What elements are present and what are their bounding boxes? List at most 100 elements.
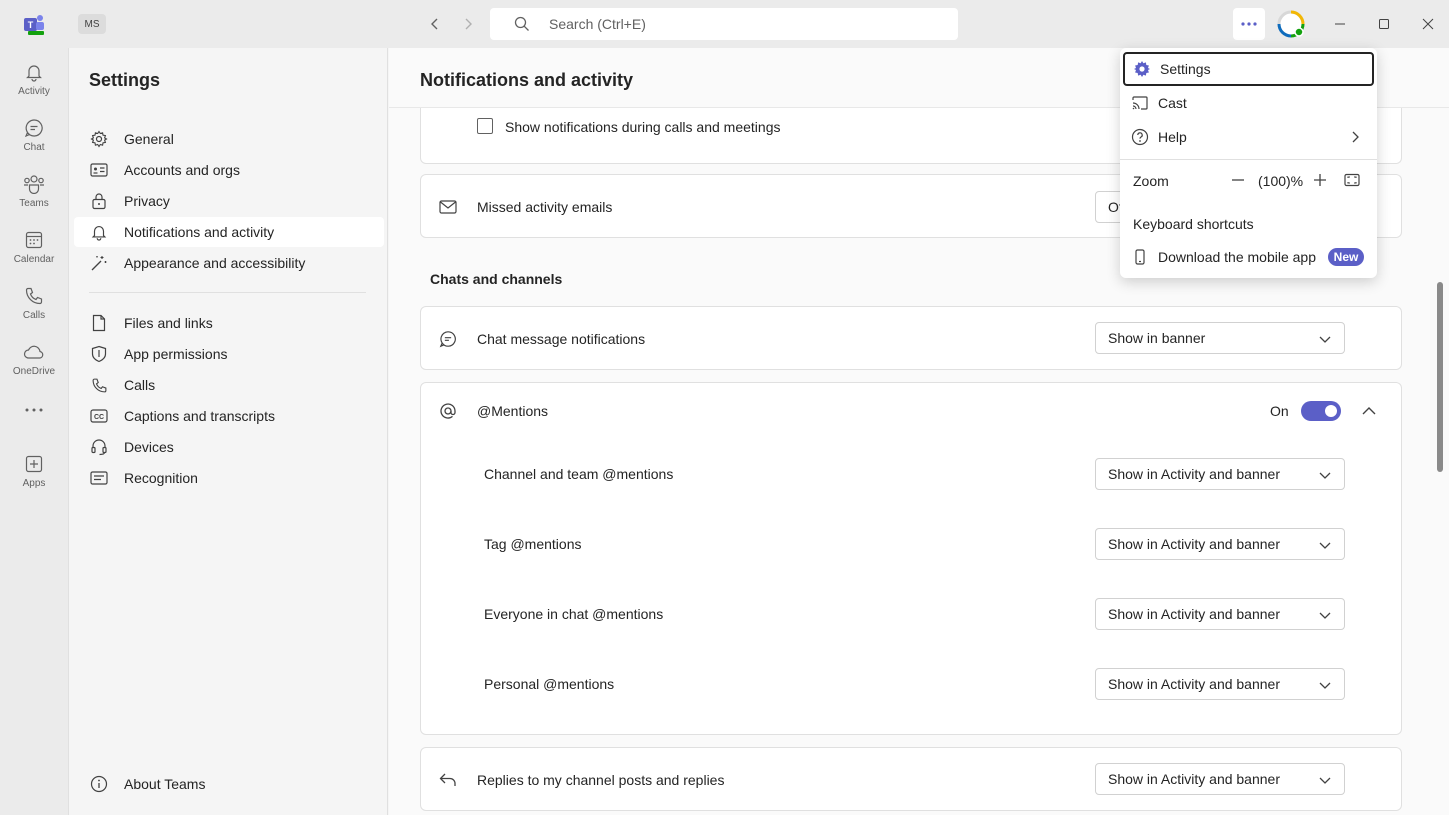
search-placeholder: Search (Ctrl+E): [549, 16, 646, 32]
rail-item-apps[interactable]: Apps: [0, 446, 68, 498]
everyone-mentions-dropdown[interactable]: Show in Activity and banner: [1095, 598, 1345, 630]
settings-item-devices[interactable]: Devices: [74, 432, 384, 462]
personal-mentions-label: Personal @mentions: [484, 676, 615, 692]
teams-logo-icon: T: [22, 12, 46, 36]
menu-divider: [1120, 159, 1377, 160]
mail-icon: [438, 197, 458, 217]
id-card-icon: [89, 160, 109, 180]
rail-item-calendar[interactable]: Calendar: [0, 222, 68, 274]
zoom-value: (100)%: [1258, 173, 1304, 189]
phone-icon: [89, 375, 109, 395]
nav-divider: [89, 292, 366, 293]
replies-label: Replies to my channel posts and replies: [477, 772, 725, 788]
plus-square-icon: [22, 452, 46, 476]
tag-mentions-dropdown[interactable]: Show in Activity and banner: [1095, 528, 1345, 560]
chevron-up-icon[interactable]: [1361, 403, 1377, 419]
more-options-button[interactable]: [1233, 8, 1265, 40]
back-arrow-icon[interactable]: [423, 12, 447, 36]
settings-item-notifications[interactable]: Notifications and activity: [74, 217, 384, 247]
zoom-row: Zoom (100)%: [1120, 164, 1377, 196]
settings-nav: Settings General Accounts and orgs Priva…: [68, 48, 388, 815]
calendar-icon: [22, 228, 46, 252]
mentions-toggle[interactable]: [1301, 401, 1341, 421]
ellipsis-icon: [1241, 22, 1257, 26]
more-options-menu: Settings Cast Help Zoom (100)% Keyboard …: [1120, 48, 1377, 278]
ellipsis-icon: [22, 400, 46, 420]
settings-item-files[interactable]: Files and links: [74, 308, 384, 338]
tag-mentions-label: Tag @mentions: [484, 536, 582, 552]
main-scrollbar[interactable]: [1437, 282, 1443, 472]
reply-arrow-icon: [438, 770, 458, 790]
mentions-toggle-label: On: [1270, 403, 1289, 419]
phone-icon: [22, 284, 46, 308]
settings-item-app-permissions[interactable]: App permissions: [74, 339, 384, 369]
forward-arrow-icon[interactable]: [456, 12, 480, 36]
chat-notifications-label: Chat message notifications: [477, 331, 646, 347]
rail-item-activity[interactable]: Activity: [0, 54, 68, 106]
recognition-icon: [89, 468, 109, 488]
close-icon[interactable]: [1416, 12, 1440, 36]
zoom-in-icon[interactable]: [1312, 172, 1328, 188]
mobile-phone-icon: [1131, 248, 1149, 266]
at-sign-icon: [438, 401, 458, 421]
settings-item-calls[interactable]: Calls: [74, 370, 384, 400]
settings-item-appearance[interactable]: Appearance and accessibility: [74, 248, 384, 278]
search-input[interactable]: Search (Ctrl+E): [490, 8, 958, 40]
menu-item-cast[interactable]: Cast: [1123, 86, 1374, 120]
rail-item-onedrive[interactable]: OneDrive: [0, 334, 68, 386]
settings-item-captions[interactable]: CC Captions and transcripts: [74, 401, 384, 431]
menu-item-help[interactable]: Help: [1123, 120, 1374, 154]
settings-item-privacy[interactable]: Privacy: [74, 186, 384, 216]
svg-text:T: T: [28, 20, 34, 30]
channel-mentions-dropdown[interactable]: Show in Activity and banner: [1095, 458, 1345, 490]
settings-item-recognition[interactable]: Recognition: [74, 463, 384, 493]
personal-mentions-dropdown[interactable]: Show in Activity and banner: [1095, 668, 1345, 700]
missed-activity-label: Missed activity emails: [477, 199, 613, 215]
zoom-label: Zoom: [1133, 173, 1169, 189]
gear-icon: [1133, 60, 1151, 78]
app-rail: Activity Chat Teams Calendar Calls OneDr…: [0, 48, 68, 815]
show-during-calls-checkbox[interactable]: [477, 118, 493, 134]
chevron-down-icon: [1318, 332, 1332, 346]
headset-icon: [89, 437, 109, 457]
chevron-right-icon: [1348, 130, 1362, 144]
help-icon: [1131, 128, 1149, 146]
zoom-out-icon[interactable]: [1230, 172, 1246, 188]
menu-item-keyboard-shortcuts[interactable]: Keyboard shortcuts: [1133, 216, 1254, 232]
chevron-down-icon: [1318, 678, 1332, 692]
cloud-icon: [22, 340, 46, 364]
rail-more-apps[interactable]: [0, 400, 68, 420]
bell-icon: [22, 60, 46, 84]
teams-icon: [22, 172, 46, 196]
document-icon: [89, 313, 109, 333]
search-icon: [514, 16, 530, 32]
page-title: Notifications and activity: [420, 70, 634, 90]
profile-avatar[interactable]: [1277, 10, 1305, 38]
section-chats-channels: Chats and channels: [430, 271, 563, 287]
account-badge[interactable]: MS: [78, 14, 106, 34]
minimize-icon[interactable]: [1328, 12, 1352, 36]
bell-icon: [89, 222, 109, 242]
gear-icon: [89, 129, 109, 149]
menu-item-settings[interactable]: Settings: [1123, 52, 1374, 86]
chat-icon: [438, 329, 458, 349]
toggle-knob: [1325, 405, 1337, 417]
everyone-mentions-label: Everyone in chat @mentions: [484, 606, 664, 622]
magic-wand-icon: [89, 253, 109, 273]
maximize-icon[interactable]: [1372, 12, 1396, 36]
mentions-card: @Mentions On Channel and team @mentions …: [420, 382, 1402, 735]
fit-screen-icon[interactable]: [1344, 172, 1360, 188]
rail-item-calls[interactable]: Calls: [0, 278, 68, 330]
rail-item-chat[interactable]: Chat: [0, 110, 68, 162]
chevron-down-icon: [1318, 538, 1332, 552]
rail-item-teams[interactable]: Teams: [0, 166, 68, 218]
show-during-calls-label: Show notifications during calls and meet…: [505, 119, 781, 135]
settings-item-general[interactable]: General: [74, 124, 384, 154]
shield-icon: [89, 344, 109, 364]
chevron-down-icon: [1318, 468, 1332, 482]
settings-item-accounts[interactable]: Accounts and orgs: [74, 155, 384, 185]
chat-notifications-dropdown[interactable]: Show in banner: [1095, 322, 1345, 354]
settings-item-about[interactable]: About Teams: [74, 769, 384, 799]
replies-dropdown[interactable]: Show in Activity and banner: [1095, 763, 1345, 795]
info-icon: [89, 774, 109, 794]
